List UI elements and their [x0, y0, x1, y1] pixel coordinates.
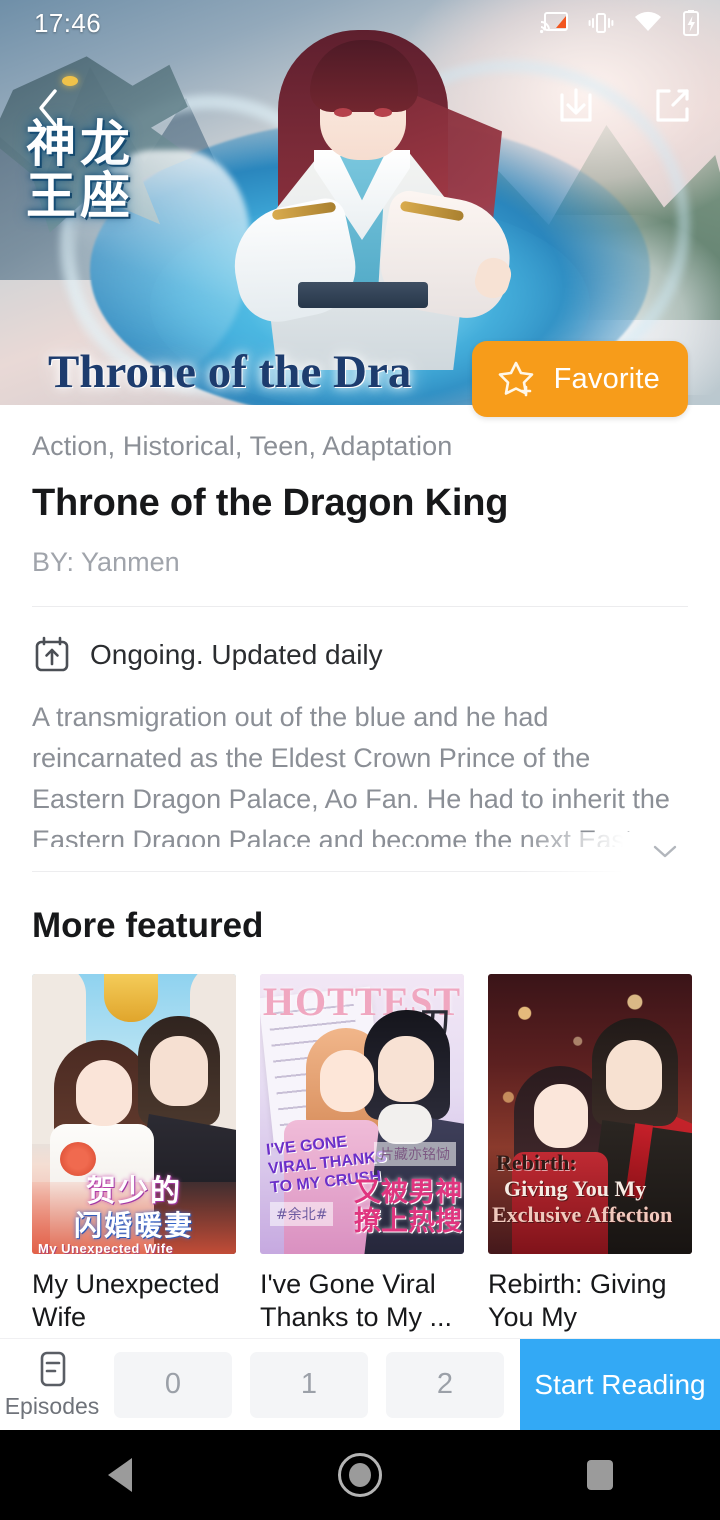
- featured-card-1-title: My Unexpected Wife: [32, 1269, 220, 1332]
- banner-title-text: Throne of the Dra: [48, 345, 412, 398]
- app-screen: 神 龙 王 座 Throne of the Dra Favorite 17:46…: [0, 0, 720, 1520]
- nav-home-dot: [349, 1463, 371, 1487]
- cover3-man-face: [606, 1040, 662, 1110]
- star-plus-icon: [498, 361, 533, 397]
- cover3-title-line3: Exclusive Affection: [492, 1202, 673, 1227]
- cover2-tag-left: #余北#: [270, 1202, 334, 1226]
- more-featured-heading: More featured: [32, 906, 264, 945]
- chinese-logo-char-4: 座: [80, 167, 130, 225]
- share-button[interactable]: [646, 80, 698, 132]
- status-bar-icons: [540, 9, 700, 37]
- favorite-label: Favorite: [553, 362, 660, 395]
- page-title: Throne of the Dragon King: [32, 482, 509, 524]
- favorite-button[interactable]: Favorite: [471, 341, 688, 417]
- episodes-label: Episodes: [4, 1393, 100, 1419]
- episode-chip-2[interactable]: 2: [386, 1351, 504, 1418]
- status-bar: 17:46: [0, 0, 720, 46]
- battery-charging-icon: [683, 10, 699, 36]
- episode-chip-list: 0 1 2: [104, 1339, 520, 1430]
- featured-card-2-title: I've Gone Viral Thanks to My ...: [260, 1269, 453, 1332]
- vibrate-icon: [588, 13, 614, 33]
- featured-card-1[interactable]: 贺少的 闪婚暖妻 My Unexpected Wife My Unexpecte…: [32, 974, 236, 1367]
- author-text: BY: Yanmen: [32, 547, 180, 577]
- cast-icon: [540, 12, 568, 34]
- nav-back-triangle-icon: [108, 1458, 132, 1492]
- cover1-woman-face: [76, 1060, 132, 1126]
- share-external-icon: [656, 89, 689, 122]
- character-sash: [298, 282, 428, 308]
- nav-recents-button[interactable]: [540, 1430, 660, 1520]
- genres-text: Action, Historical, Teen, Adaptation: [32, 431, 453, 461]
- wifi-icon: [635, 11, 661, 31]
- chinese-logo-char-3: 王: [26, 167, 76, 225]
- cover2-cn-title: 又被男神撩上热搜: [354, 1177, 462, 1237]
- bottom-action-bar: Episodes 0 1 2 Start Reading: [0, 1338, 720, 1430]
- android-nav-bar: [0, 1430, 720, 1520]
- cover2-dark-face: [378, 1036, 434, 1102]
- nav-recents-square-icon: [587, 1460, 613, 1490]
- description-block: A transmigration out of the blue and he …: [0, 675, 720, 872]
- back-button[interactable]: [26, 86, 70, 130]
- download-icon: [560, 88, 592, 122]
- episode-chip-1[interactable]: 1: [250, 1351, 368, 1418]
- cover2-tag-right: 片藏亦铭恸: [374, 1142, 456, 1166]
- episode-list-icon: [40, 1351, 66, 1387]
- character-eye-left: [334, 108, 352, 117]
- cover1-man-face: [150, 1036, 208, 1106]
- episode-chip-0[interactable]: 0: [114, 1351, 232, 1418]
- description-text: A transmigration out of the blue and he …: [32, 702, 671, 847]
- featured-card-list: 贺少的 闪婚暖妻 My Unexpected Wife My Unexpecte…: [32, 974, 692, 1367]
- comic-info: Action, Historical, Teen, Adaptation Thr…: [0, 405, 720, 578]
- cover2-blond-face: [320, 1050, 374, 1112]
- more-featured-section: More featured 贺少的 闪婚暖妻 My Unexpected Wif…: [0, 872, 720, 1367]
- chevron-left-icon: [39, 89, 57, 127]
- featured-card-2[interactable]: HOTTEST 刀笔 I'VE GONE VIRAL THANKS TO MY …: [260, 974, 464, 1367]
- cover1-cn-line2: 闪婚暖妻: [73, 1209, 194, 1242]
- featured-cover-1: 贺少的 闪婚暖妻 My Unexpected Wife: [32, 974, 236, 1254]
- cover1-en-title: My Unexpected Wife: [38, 1241, 174, 1254]
- character-eye-right: [374, 108, 392, 117]
- nav-back-button[interactable]: [60, 1430, 180, 1520]
- expand-description-button[interactable]: [648, 834, 682, 868]
- update-status-text: Ongoing. Updated daily: [90, 639, 383, 670]
- featured-cover-3: Rebirth: Giving You My Exclusive Affecti…: [488, 974, 692, 1254]
- cover3-title-line1: Rebirth:: [496, 1150, 577, 1175]
- status-bar-clock: 17:46: [34, 7, 102, 38]
- cover3-woman-face: [534, 1084, 588, 1148]
- chinese-logo-char-2: 龙: [80, 115, 130, 173]
- featured-cover-2: HOTTEST 刀笔 I'VE GONE VIRAL THANKS TO MY …: [260, 974, 464, 1254]
- hero-action-buttons: [550, 80, 698, 132]
- nav-home-circle-icon: [338, 1453, 382, 1497]
- cover1-bell: [104, 974, 158, 1022]
- nav-home-button[interactable]: [300, 1430, 420, 1520]
- update-status-row: Ongoing. Updated daily: [0, 607, 720, 675]
- download-button[interactable]: [550, 80, 602, 132]
- cover3-title-line2: Giving You My: [504, 1176, 647, 1201]
- calendar-up-icon: [35, 636, 69, 672]
- banner-character: [223, 30, 520, 370]
- chevron-down-icon: [653, 845, 677, 858]
- featured-card-3[interactable]: Rebirth: Giving You My Exclusive Affecti…: [488, 974, 692, 1367]
- start-reading-button[interactable]: Start Reading: [520, 1339, 720, 1430]
- episodes-button[interactable]: Episodes: [0, 1339, 104, 1430]
